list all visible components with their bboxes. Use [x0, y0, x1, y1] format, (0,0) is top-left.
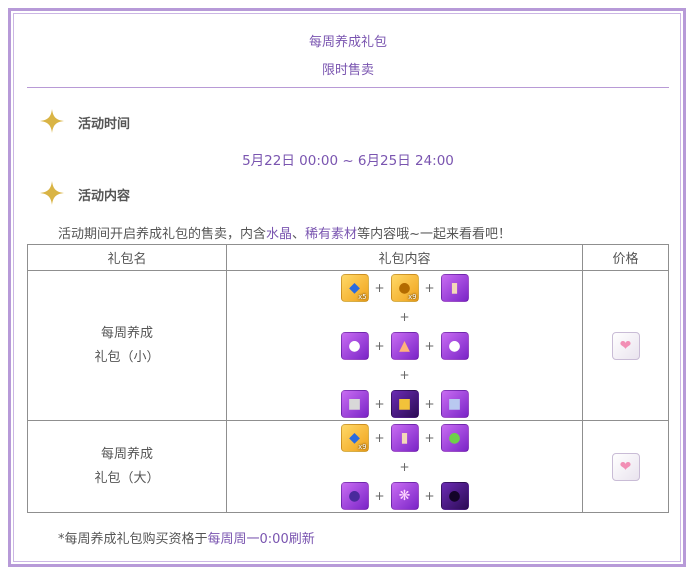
plus-sign: + [374, 280, 385, 295]
table-header-row: 礼包名 礼包内容 价格 [27, 244, 669, 271]
pack-price-cell: ❤ [582, 420, 669, 513]
plus-sign: + [374, 430, 385, 445]
plus-sign: + [374, 338, 385, 353]
statue-icon[interactable]: ■ [340, 389, 369, 418]
section-title-time: 活动时间 [78, 117, 131, 132]
col-header-content: 礼包内容 [226, 244, 583, 271]
scroll-icon[interactable]: ▮ [440, 273, 469, 302]
purple-disc-icon[interactable]: ● [340, 481, 369, 510]
pink-bunny-icon[interactable]: ❤ [611, 331, 640, 360]
plus-sign: + [374, 396, 385, 411]
pink-bunny-icon[interactable]: ❤ [611, 452, 640, 481]
gift-pack-table: 礼包名 礼包内容 价格 每周养成 礼包（小） ◆ x5 + ● x9 + ▮ + ●… [27, 244, 669, 513]
page-title: 每周养成礼包 [308, 35, 387, 50]
statue-icon[interactable]: ■ [390, 389, 419, 418]
pack-name-line: 礼包（小） [94, 349, 160, 365]
col-header-name: 礼包名 [27, 244, 227, 271]
shoe-icon[interactable]: ▲ [390, 331, 419, 360]
header-divider [27, 87, 669, 88]
event-time-range: 5月22日 00:00 ~ 6月25日 24:00 [242, 153, 454, 169]
pack-price-cell: ❤ [582, 270, 669, 421]
ghost-icon[interactable]: ● [440, 331, 469, 360]
feather-icon[interactable]: ❋ [390, 481, 419, 510]
desc-highlight-crystal: 水晶 [266, 227, 293, 242]
desc-text: 活动期间开启养成礼包的售卖，内含 [58, 227, 267, 242]
plus-sign: + [424, 430, 435, 445]
coin-icon[interactable]: ● x9 [390, 273, 419, 302]
content-description: 活动期间开启养成礼包的售卖，内含水晶、稀有素材等内容哦~一起来看看吧！ [58, 223, 511, 242]
plus-sign: + [424, 488, 435, 503]
item-row: ◆ x9 + ▮ + ● [227, 423, 582, 452]
pack-name-line: 礼包（大） [94, 470, 160, 486]
sparkle-star-icon [40, 181, 64, 205]
plus-sign: + [424, 338, 435, 353]
ghost-icon[interactable]: ● [340, 331, 369, 360]
item-row: ■ + ■ + ■ [227, 389, 582, 418]
pack-name-line: 每周养成 [100, 446, 153, 462]
plus-sign: + [399, 459, 410, 474]
desc-highlight-material: 稀有素材 [305, 227, 358, 242]
pack-content-cell: ◆ x5 + ● x9 + ▮ + ● + ▲ + ● + ■ + ■ + ■ [226, 270, 583, 421]
item-row: ◆ x5 + ● x9 + ▮ [227, 273, 582, 302]
plus-sign: + [399, 309, 410, 324]
statue-icon[interactable]: ■ [440, 389, 469, 418]
item-row: ● + ▲ + ● [227, 331, 582, 360]
scroll-icon[interactable]: ▮ [390, 423, 419, 452]
plus-sign: + [424, 280, 435, 295]
desc-text-suffix: 等内容哦~一起来看看吧！ [357, 227, 511, 242]
sparkle-star-icon [40, 109, 64, 133]
crystal-icon[interactable]: ◆ x9 [340, 423, 369, 452]
item-row: ● + ❋ + ● [227, 481, 582, 510]
table-row: 每周养成 礼包（大） ◆ x9 + ▮ + ● + ● + ❋ + ● ❤ [27, 420, 669, 513]
plus-sign: + [399, 367, 410, 382]
purchase-note: *每周养成礼包购买资格于每周周一0:00刷新 [58, 528, 315, 547]
table-row: 每周养成 礼包（小） ◆ x5 + ● x9 + ▮ + ● + ▲ + ● + ■ [27, 270, 669, 421]
green-orb-icon[interactable]: ● [440, 423, 469, 452]
note-text: *每周养成礼包购买资格于 [58, 532, 208, 547]
crystal-icon[interactable]: ◆ x5 [340, 273, 369, 302]
pack-name-cell: 每周养成 礼包（小） [27, 270, 227, 421]
note-highlight: 每周周一0:00刷新 [207, 532, 315, 547]
col-header-price: 价格 [582, 244, 669, 271]
plus-sign: + [424, 396, 435, 411]
section-title-content: 活动内容 [78, 189, 131, 204]
pack-name-cell: 每周养成 礼包（大） [27, 420, 227, 513]
plus-sign: + [374, 488, 385, 503]
page-subtitle: 限时售卖 [321, 63, 374, 78]
dark-creature-icon[interactable]: ● [440, 481, 469, 510]
desc-separator: 、 [292, 227, 306, 242]
pack-name-line: 每周养成 [100, 325, 153, 341]
pack-content-cell: ◆ x9 + ▮ + ● + ● + ❋ + ● [226, 420, 583, 513]
